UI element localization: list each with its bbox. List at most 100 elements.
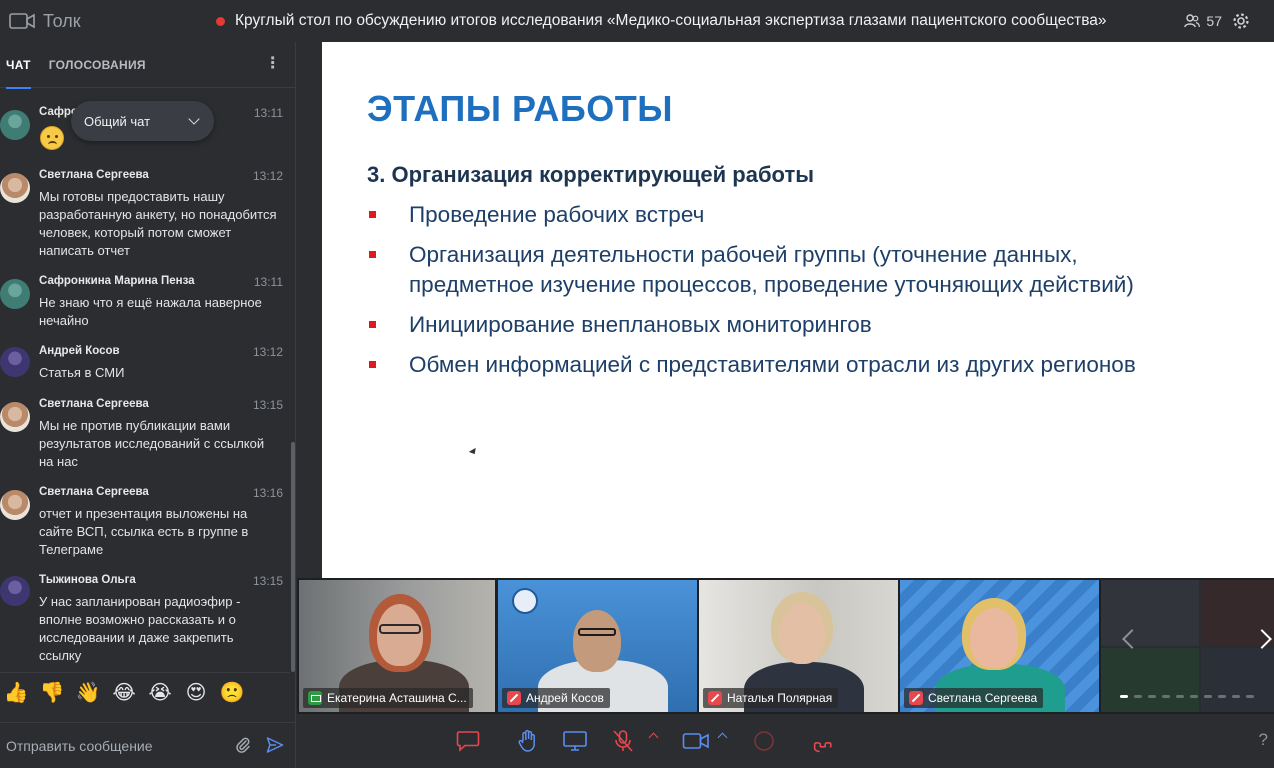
message-author: Сафронкина Марина Пенза <box>39 275 195 287</box>
message-list[interactable]: Сафро 13:11 Светлана Сергеева 13:12 Мы г… <box>0 89 290 669</box>
message-composer <box>0 722 296 768</box>
message-text: Статья в СМИ <box>39 365 125 380</box>
presentation-slide: ЭТАПЫ РАБОТЫ 3. Организация корректирующ… <box>322 42 1274 578</box>
help-icon[interactable]: ? <box>1259 730 1268 750</box>
chat-tabs: ЧАТ ГОЛОСОВАНИЯ ⋮ <box>0 42 295 89</box>
chevron-up-icon[interactable] <box>648 732 659 743</box>
meeting-title: Круглый стол по обсуждению итогов исслед… <box>216 0 1107 42</box>
avatar <box>0 347 30 377</box>
laughing-face-icon[interactable]: 😂 <box>112 681 136 705</box>
chat-message: Сафронкина Марина Пенза 13:11 Не знаю чт… <box>0 275 290 330</box>
gear-icon[interactable] <box>1232 12 1250 30</box>
participants-count: 57 <box>1206 13 1222 29</box>
participant-name: Андрей Косов <box>526 691 604 705</box>
chat-scrollbar[interactable] <box>291 442 295 672</box>
raise-hand-button[interactable] <box>515 728 541 754</box>
monitor-icon <box>563 731 587 751</box>
frowning-face-icon <box>40 126 64 150</box>
message-text: У нас запланирован радиоэфир - вполне во… <box>39 594 241 663</box>
participant-name: Екатерина Асташина С... <box>327 691 467 705</box>
camera-logo-icon <box>9 13 35 29</box>
message-time: 13:11 <box>253 275 283 289</box>
page-dot[interactable] <box>1120 695 1128 698</box>
frowning-face-icon[interactable]: 🙁 <box>220 681 245 705</box>
tile-label: Андрей Косов <box>502 688 610 708</box>
chat-message: Светлана Сергеева 13:15 Мы не против пуб… <box>0 398 290 470</box>
mic-off-icon <box>507 691 521 705</box>
participant-name: Светлана Сергеева <box>928 691 1038 705</box>
leave-call-button[interactable] <box>808 728 834 754</box>
waving-hand-icon[interactable]: 👋 <box>76 681 101 705</box>
app-logo: Толк <box>0 11 210 32</box>
page-dot[interactable] <box>1204 695 1212 698</box>
more-menu-icon[interactable]: ⋮ <box>265 56 281 72</box>
top-bar: Толк Круглый стол по обсуждению итогов и… <box>0 0 1274 42</box>
video-tile-more[interactable] <box>1101 580 1274 712</box>
paperclip-icon[interactable] <box>235 736 251 754</box>
video-tile[interactable]: Наталья Полярная <box>699 580 898 712</box>
video-tile[interactable]: Екатерина Асташина С... <box>299 580 495 712</box>
chat-toggle-button[interactable] <box>455 728 481 754</box>
avatar <box>0 402 30 432</box>
tab-polls[interactable]: ГОЛОСОВАНИЯ <box>49 42 146 88</box>
organization-logo-icon <box>512 588 538 614</box>
message-text: Мы не против публикации вами результатов… <box>39 418 265 469</box>
participants-button[interactable]: 57 <box>1184 0 1222 42</box>
chat-message: Светлана Сергеева 13:16 отчет и презента… <box>0 486 290 558</box>
page-dot[interactable] <box>1190 695 1198 698</box>
thumbs-up-icon[interactable]: 👍 <box>4 681 29 705</box>
slide-subtitle: 3. Организация корректирующей работы <box>367 162 815 187</box>
chat-channel-select[interactable]: Общий чат <box>71 101 214 141</box>
page-dot[interactable] <box>1134 695 1142 698</box>
microphone-off-icon <box>613 730 633 752</box>
hang-up-icon <box>813 742 832 753</box>
crying-face-icon[interactable]: 😭 <box>148 681 172 705</box>
chat-channel-value: Общий чат <box>84 113 151 129</box>
participant-face <box>573 610 621 672</box>
slide-title: ЭТАПЫ РАБОТЫ <box>367 88 673 129</box>
raise-hand-icon <box>518 729 535 752</box>
page-dot[interactable] <box>1246 695 1254 698</box>
slide-bullet: Проведение рабочих встреч <box>367 200 1207 230</box>
glasses-icon <box>379 624 421 634</box>
page-dot[interactable] <box>1162 695 1170 698</box>
slide-bullet-list: Проведение рабочих встреч Организация де… <box>367 200 1207 390</box>
thumbs-down-icon[interactable]: 👎 <box>40 681 65 705</box>
call-controls: ? <box>297 714 1274 768</box>
message-author: Светлана Сергеева <box>39 169 149 181</box>
video-tile[interactable]: Андрей Косов <box>498 580 697 712</box>
tile-label: Светлана Сергеева <box>904 688 1044 708</box>
heart-eyes-face-icon[interactable]: 😍 <box>184 681 208 705</box>
page-dot[interactable] <box>1218 695 1226 698</box>
screen-share-button[interactable] <box>562 728 588 754</box>
avatar <box>0 279 30 309</box>
mic-off-icon <box>708 691 722 705</box>
glasses-icon <box>578 628 616 636</box>
screen-share-icon <box>308 691 322 705</box>
page-dot[interactable] <box>1148 695 1156 698</box>
message-input[interactable] <box>6 733 226 759</box>
avatar <box>0 173 30 203</box>
send-icon[interactable] <box>266 736 284 754</box>
message-time: 13:12 <box>252 345 283 359</box>
slide-bullet: Обмен информацией с представителями отра… <box>367 350 1207 380</box>
reaction-bar: 👍 👎 👋 😂 😭 😍 🙁 <box>0 672 290 712</box>
page-indicator <box>1120 695 1254 698</box>
chevron-up-icon[interactable] <box>717 732 728 743</box>
avatar <box>0 110 30 140</box>
message-time: 13:15 <box>252 398 283 412</box>
participant-face <box>970 608 1018 668</box>
camera-button[interactable] <box>681 728 711 754</box>
message-author: Светлана Сергеева <box>39 486 149 498</box>
record-button[interactable] <box>751 728 777 754</box>
avatar <box>0 490 30 520</box>
people-icon <box>1184 14 1201 28</box>
video-tile[interactable]: Светлана Сергеева <box>900 580 1099 712</box>
microphone-button[interactable] <box>610 728 636 754</box>
message-time: 13:16 <box>252 486 283 500</box>
chat-bubble-icon <box>456 731 480 752</box>
message-author: Тыжинова Ольга <box>39 574 136 586</box>
tab-chat[interactable]: ЧАТ <box>6 42 31 89</box>
page-dot[interactable] <box>1232 695 1240 698</box>
page-dot[interactable] <box>1176 695 1184 698</box>
